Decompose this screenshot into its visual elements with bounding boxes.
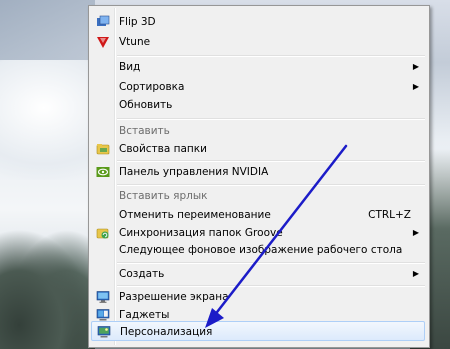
menu-item-label: Разрешение экрана <box>119 291 229 303</box>
menu-item-view[interactable]: Вид ▶ <box>91 57 425 77</box>
menu-item-label: Vtune <box>119 36 151 48</box>
menu-item-paste[interactable]: Вставить <box>91 121 425 141</box>
menu-item-refresh[interactable]: Обновить <box>91 95 425 115</box>
menu-item-label: Обновить <box>119 99 173 111</box>
menu-item-label: Вид <box>119 61 141 73</box>
menu-item-label: Следующее фоновое изображение рабочего с… <box>119 244 403 256</box>
shortcut-label: CTRL+Z <box>368 209 411 221</box>
menu-item-label: Вставить ярлык <box>119 190 208 202</box>
menu-item-next-wallpaper[interactable]: Следующее фоновое изображение рабочего с… <box>91 240 425 260</box>
personalization-icon <box>97 326 111 338</box>
menu-item-paste-shortcut[interactable]: Вставить ярлык <box>91 186 425 206</box>
trees-left <box>0 229 95 349</box>
groove-sync-icon <box>96 228 109 239</box>
screen-resolution-icon <box>96 291 110 303</box>
submenu-arrow-icon: ▶ <box>412 269 419 278</box>
menu-item-label: Отменить переименование <box>119 209 271 221</box>
menu-item-label: Персонализация <box>120 326 213 338</box>
vtune-icon <box>97 37 109 48</box>
menu-item-sort[interactable]: Сортировка ▶ <box>91 77 425 97</box>
menu-item-label: Flip 3D <box>119 16 156 28</box>
nvidia-icon <box>96 167 110 177</box>
menu-item-undo-rename[interactable]: Отменить переименование CTRL+Z <box>91 205 425 225</box>
submenu-arrow-icon: ▶ <box>412 62 419 71</box>
menu-item-label: Свойства папки <box>119 143 207 155</box>
menu-item-personalization[interactable]: Персонализация <box>91 321 425 341</box>
desktop-context-menu: Flip 3D Vtune Вид ▶ Сортировка ▶ Обновит… <box>88 5 430 348</box>
menu-item-screen-resolution[interactable]: Разрешение экрана <box>91 287 425 307</box>
menu-item-flip3d[interactable]: Flip 3D <box>91 12 425 32</box>
menu-item-label: Сортировка <box>119 81 185 93</box>
menu-item-new[interactable]: Создать ▶ <box>91 264 425 284</box>
menu-item-folder-properties[interactable]: Свойства папки <box>91 139 425 159</box>
menu-separator <box>117 118 425 120</box>
menu-item-label: Вставить <box>119 125 170 137</box>
menu-item-label: Создать <box>119 268 165 280</box>
menu-item-nvidia-control-panel[interactable]: Панель управления NVIDIA <box>91 162 425 182</box>
gadgets-icon <box>96 309 110 321</box>
menu-item-vtune[interactable]: Vtune <box>91 32 425 52</box>
submenu-arrow-icon: ▶ <box>412 82 419 91</box>
menu-item-label: Панель управления NVIDIA <box>119 166 269 178</box>
folder-properties-icon <box>96 144 110 155</box>
flip3d-icon <box>97 15 110 26</box>
